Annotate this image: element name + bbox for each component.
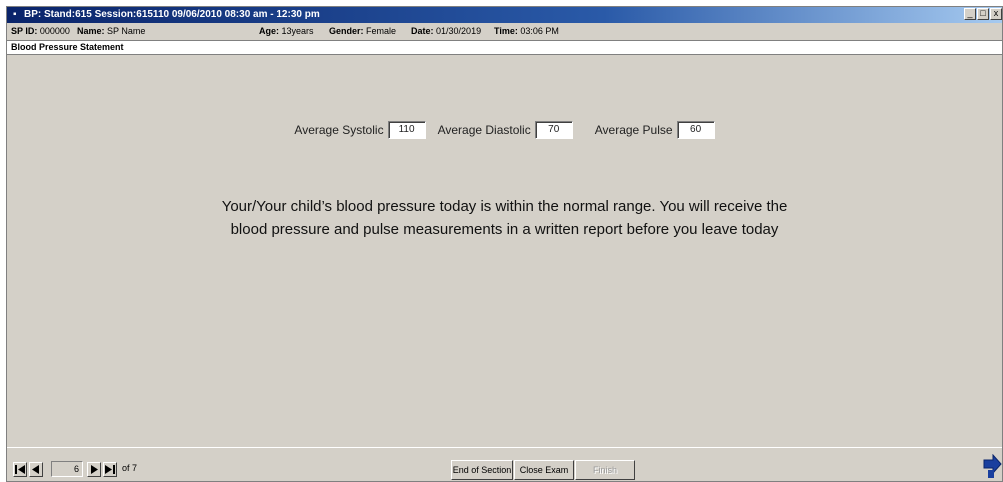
- page-count: of 7: [122, 463, 138, 473]
- previous-page-icon: [32, 465, 39, 474]
- title-bar[interactable]: ▪ BP: Stand:615 Session:615110 09/06/2010…: [7, 7, 1002, 23]
- sp-age: Age: 13years: [259, 26, 314, 36]
- participant-info-bar: SP ID: 000000 Name: SP Name Age: 13years…: [7, 23, 1002, 39]
- systolic-label: Average Systolic: [294, 123, 384, 137]
- app-window: ▪ BP: Stand:615 Session:615110 09/06/2010…: [6, 6, 1003, 482]
- last-page-button[interactable]: [103, 462, 117, 477]
- measurements-row: Average Systolic 110 Average Diastolic 7…: [7, 121, 1002, 139]
- sp-gender: Gender: Female: [329, 26, 397, 36]
- diastolic-label: Average Diastolic: [437, 123, 531, 137]
- sp-id: SP ID: 000000: [11, 26, 70, 36]
- exam-time: Time: 03:06 PM: [494, 26, 559, 36]
- close-exam-button[interactable]: Close Exam: [514, 460, 574, 480]
- previous-page-button[interactable]: [29, 462, 43, 477]
- pulse-field[interactable]: 60: [676, 121, 715, 139]
- next-page-button[interactable]: [87, 462, 101, 477]
- systolic-field[interactable]: 110: [387, 121, 426, 139]
- maximize-button[interactable]: □: [977, 8, 989, 20]
- diastolic-field[interactable]: 70: [534, 121, 573, 139]
- statement-line-1: Your/Your child’s blood pressure today i…: [221, 198, 788, 215]
- minimize-button[interactable]: _: [964, 8, 976, 20]
- exit-arrow-icon[interactable]: [982, 454, 1002, 480]
- close-button[interactable]: x: [990, 8, 1002, 20]
- pulse-label: Average Pulse: [594, 123, 673, 137]
- exam-date: Date: 01/30/2019: [411, 26, 482, 36]
- bp-statement: Your/Your child’s blood pressure today i…: [7, 195, 1002, 241]
- window-controls: _ □ x: [964, 8, 1002, 20]
- first-page-button[interactable]: [13, 462, 27, 477]
- sp-name: Name: SP Name: [77, 26, 146, 36]
- section-header: Blood Pressure Statement: [7, 40, 1002, 55]
- end-of-section-button[interactable]: End of Section: [451, 460, 513, 480]
- statement-line-2: blood pressure and pulse measurements in…: [230, 221, 779, 238]
- next-page-icon: [91, 465, 98, 474]
- navigation-footer: 6 of 7 End of Section Close Exam Finish: [7, 447, 1002, 481]
- app-menu-icon[interactable]: ▪: [13, 7, 21, 23]
- finish-button[interactable]: Finish: [575, 460, 635, 480]
- first-page-icon: [15, 465, 25, 474]
- last-page-icon: [105, 465, 115, 474]
- main-content: Average Systolic 110 Average Diastolic 7…: [7, 55, 1002, 445]
- page-number-field[interactable]: 6: [51, 461, 83, 477]
- window-title: BP: Stand:615 Session:615110 09/06/2010 …: [24, 9, 320, 20]
